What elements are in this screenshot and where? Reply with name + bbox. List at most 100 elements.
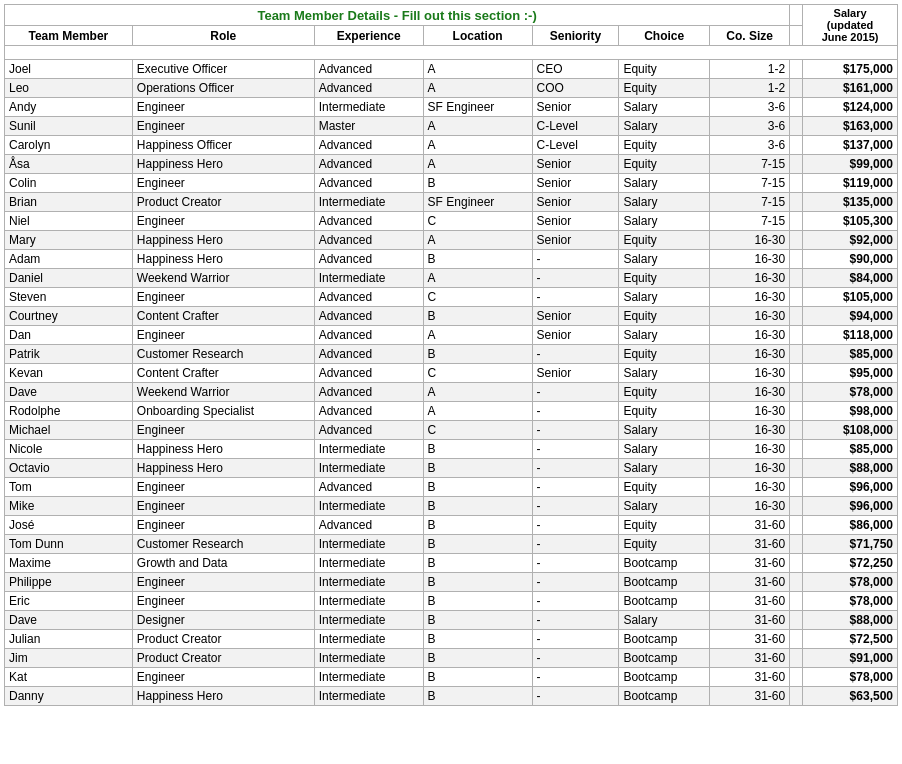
cell-0: Leo (5, 79, 133, 98)
empty-header-1 (790, 5, 803, 26)
cell-4: - (532, 402, 619, 421)
table-row: CourtneyContent CrafterAdvancedBSeniorEq… (5, 307, 898, 326)
cell-7 (790, 250, 803, 269)
cell-0: Brian (5, 193, 133, 212)
cell-1: Weekend Warrior (132, 383, 314, 402)
cell-8: $84,000 (803, 269, 898, 288)
cell-1: Happiness Hero (132, 687, 314, 706)
cell-2: Intermediate (314, 440, 423, 459)
cell-4: - (532, 535, 619, 554)
cell-0: Nicole (5, 440, 133, 459)
cell-7 (790, 592, 803, 611)
cell-3: B (423, 345, 532, 364)
cell-3: B (423, 668, 532, 687)
cell-4: - (532, 611, 619, 630)
cell-2: Intermediate (314, 535, 423, 554)
cell-0: José (5, 516, 133, 535)
cell-0: Tom (5, 478, 133, 497)
table-row: MaryHappiness HeroAdvancedASeniorEquity1… (5, 231, 898, 250)
cell-5: Bootcamp (619, 630, 710, 649)
cell-8: $98,000 (803, 402, 898, 421)
cell-8: $96,000 (803, 478, 898, 497)
cell-2: Advanced (314, 516, 423, 535)
cell-3: B (423, 535, 532, 554)
cell-1: Customer Research (132, 345, 314, 364)
cell-7 (790, 668, 803, 687)
cell-3: B (423, 250, 532, 269)
cell-7 (790, 421, 803, 440)
cell-0: Julian (5, 630, 133, 649)
cell-1: Engineer (132, 288, 314, 307)
cell-4: - (532, 516, 619, 535)
cell-7 (790, 649, 803, 668)
table-row: PhilippeEngineerIntermediateB-Bootcamp31… (5, 573, 898, 592)
table-row: Tom DunnCustomer ResearchIntermediateB-E… (5, 535, 898, 554)
cell-2: Advanced (314, 136, 423, 155)
cell-5: Equity (619, 478, 710, 497)
table-row: SunilEngineerMasterAC-LevelSalary3-6$163… (5, 117, 898, 136)
cell-8: $124,000 (803, 98, 898, 117)
cell-3: B (423, 554, 532, 573)
cell-5: Salary (619, 611, 710, 630)
cell-6: 31-60 (710, 668, 790, 687)
table-row: MikeEngineerIntermediateB-Salary16-30$96… (5, 497, 898, 516)
cell-2: Advanced (314, 307, 423, 326)
table-row: NielEngineerAdvancedCSeniorSalary7-15$10… (5, 212, 898, 231)
cell-4: - (532, 421, 619, 440)
cell-6: 3-6 (710, 98, 790, 117)
cell-1: Engineer (132, 573, 314, 592)
cell-7 (790, 269, 803, 288)
cell-3: A (423, 155, 532, 174)
cell-3: A (423, 326, 532, 345)
cell-8: $108,000 (803, 421, 898, 440)
col-role: Role (132, 26, 314, 46)
cell-6: 31-60 (710, 554, 790, 573)
cell-2: Advanced (314, 155, 423, 174)
cell-8: $99,000 (803, 155, 898, 174)
cell-5: Equity (619, 60, 710, 79)
cell-0: Mary (5, 231, 133, 250)
cell-0: Philippe (5, 573, 133, 592)
cell-8: $175,000 (803, 60, 898, 79)
cell-7 (790, 573, 803, 592)
cell-6: 16-30 (710, 459, 790, 478)
table-row: DaveDesignerIntermediateB-Salary31-60$88… (5, 611, 898, 630)
cell-0: Adam (5, 250, 133, 269)
table-row: TomEngineerAdvancedB-Equity16-30$96,000 (5, 478, 898, 497)
table-row: LeoOperations OfficerAdvancedACOOEquity1… (5, 79, 898, 98)
cell-5: Equity (619, 383, 710, 402)
col-cosize: Co. Size (710, 26, 790, 46)
cell-0: Courtney (5, 307, 133, 326)
table-row: KevanContent CrafterAdvancedCSeniorSalar… (5, 364, 898, 383)
cell-6: 31-60 (710, 630, 790, 649)
cell-8: $90,000 (803, 250, 898, 269)
col-team-member: Team Member (5, 26, 133, 46)
cell-8: $71,750 (803, 535, 898, 554)
cell-2: Advanced (314, 402, 423, 421)
cell-0: Patrik (5, 345, 133, 364)
cell-4: Senior (532, 98, 619, 117)
cell-0: Steven (5, 288, 133, 307)
cell-2: Intermediate (314, 592, 423, 611)
cell-5: Bootcamp (619, 573, 710, 592)
cell-3: C (423, 288, 532, 307)
table-row: BrianProduct CreatorIntermediateSF Engin… (5, 193, 898, 212)
cell-4: Senior (532, 193, 619, 212)
cell-6: 16-30 (710, 421, 790, 440)
cell-8: $119,000 (803, 174, 898, 193)
cell-6: 16-30 (710, 269, 790, 288)
cell-5: Bootcamp (619, 668, 710, 687)
cell-1: Engineer (132, 326, 314, 345)
cell-0: Sunil (5, 117, 133, 136)
cell-4: - (532, 668, 619, 687)
cell-7 (790, 364, 803, 383)
cell-8: $88,000 (803, 459, 898, 478)
cell-5: Equity (619, 269, 710, 288)
cell-1: Engineer (132, 668, 314, 687)
cell-0: Michael (5, 421, 133, 440)
cell-3: B (423, 459, 532, 478)
cell-5: Salary (619, 98, 710, 117)
cell-1: Customer Research (132, 535, 314, 554)
cell-5: Salary (619, 440, 710, 459)
cell-8: $78,000 (803, 668, 898, 687)
